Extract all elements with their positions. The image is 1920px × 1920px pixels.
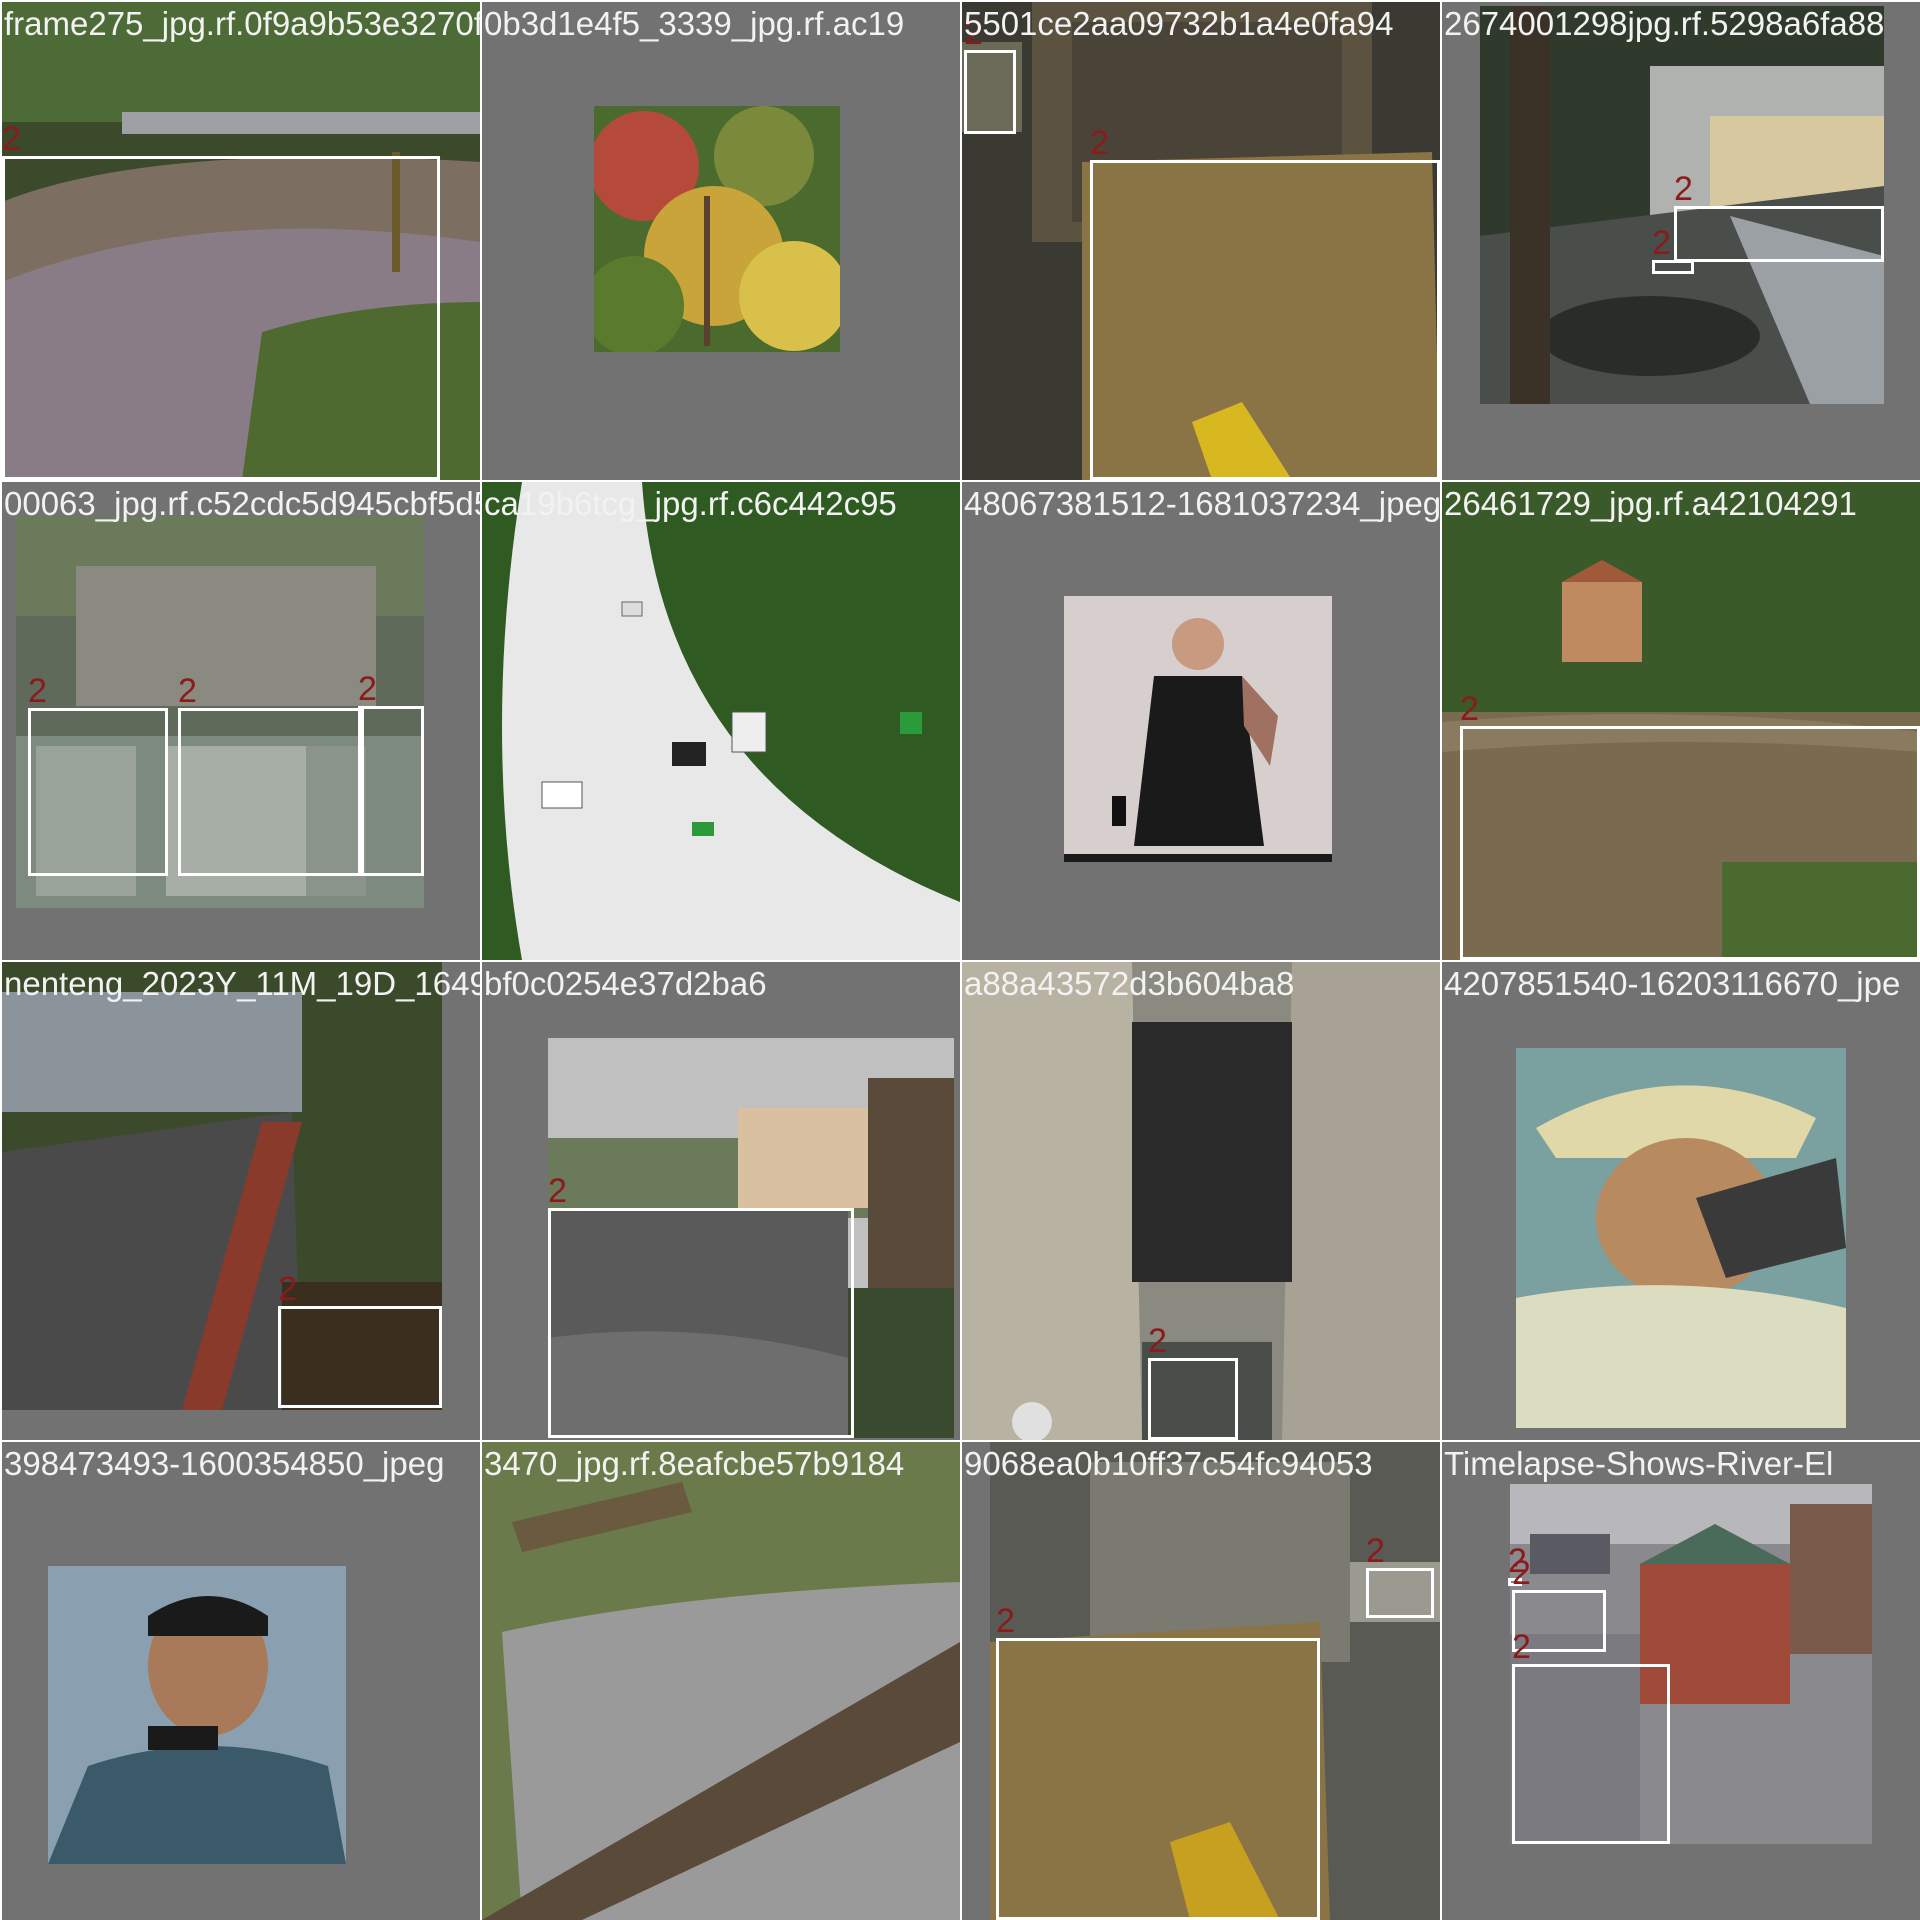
detection-box: 2 [1460, 691, 1920, 960]
tile-12: 4207851540-16203116670_jpe [1442, 962, 1920, 1440]
detection-box: 2 [1148, 1323, 1238, 1440]
detection-box: 2 [996, 1603, 1320, 1920]
detection-class-label: 2 [548, 1172, 567, 1210]
detection-box: 2 [28, 673, 168, 876]
detection-box: 2 [178, 673, 364, 876]
detection-box: 2 [1674, 171, 1884, 262]
tile-14: 3470_jpg.rf.8eafcbe57b9184 [482, 1442, 960, 1920]
detection-class-label: 2 [1512, 1554, 1531, 1592]
detection-class-label: 2 [178, 672, 197, 710]
tile-image [48, 1566, 346, 1864]
tile-15: 2 2 9068ea0b10ff37c54fc94053 [962, 1442, 1440, 1920]
tile-13: 398473493-1600354850_jpeg [2, 1442, 480, 1920]
tile-7: 48067381512-1681037234_jpeg [962, 482, 1440, 960]
tile-8: 2 26461729_jpg.rf.a42104291 [1442, 482, 1920, 960]
detection-class-label: 2 [28, 672, 47, 710]
tile-filename: bf0c0254e37d2ba6 [484, 965, 767, 1002]
detection-class-label: 2 [1148, 1322, 1167, 1360]
detection-box: 2 [964, 15, 1016, 134]
tile-4: 2 2 2674001298jpg.rf.5298a6fa88 [1442, 2, 1920, 480]
tile-5: 2 2 2 00063_jpg.rf.c52cdc5d945cbf5d5c [2, 482, 480, 960]
detection-box: 2 [548, 1173, 854, 1438]
tile-filename: frame275_jpg.rf.0f9a9b53e3270fbf2d254f9 [4, 5, 480, 42]
detection-box: 2 [1366, 1533, 1434, 1618]
tile-image [482, 482, 960, 960]
highway-photo [482, 482, 960, 960]
detection-box: 2 [1652, 225, 1694, 274]
tile-filename: 4207851540-16203116670_jpe [1444, 965, 1901, 1002]
tile-image [482, 1442, 960, 1920]
tile-2: 0b3d1e4f5_3339_jpg.rf.ac19 [482, 2, 960, 480]
tile-filename: 3470_jpg.rf.8eafcbe57b9184 [484, 1445, 905, 1482]
tile-16: 2 2 2 Timelapse-Shows-River-El [1442, 1442, 1920, 1920]
tile-filename: 9068ea0b10ff37c54fc94053 [964, 1445, 1373, 1482]
detection-class-label: 2 [1512, 1628, 1531, 1666]
tile-filename: 0b3d1e4f5_3339_jpg.rf.ac19 [484, 5, 905, 42]
man-hat-photo [1516, 1048, 1846, 1428]
detection-box: 2 [2, 121, 440, 480]
detection-box: 2 [1090, 125, 1440, 480]
tile-filename: Timelapse-Shows-River-El [1444, 1445, 1834, 1482]
tile-filename: 398473493-1600354850_jpeg [4, 1445, 445, 1482]
detection-class-label: 2 [2, 120, 21, 158]
fallen-tree-photo [482, 1442, 960, 1920]
tile-10: 2 bf0c0254e37d2ba6 [482, 962, 960, 1440]
detection-class-label: 2 [358, 670, 377, 708]
detection-class-label: 2 [996, 1602, 1015, 1640]
tile-image [594, 106, 840, 352]
tile-3: 2 2 5501ce2aa09732b1a4e0fa94 [962, 2, 1440, 480]
tile-filename: nenteng_2023Y_11M_19D_16490218_jpg.rf. [4, 965, 480, 1002]
tile-filename: a88a43572d3b604ba8 [964, 965, 1295, 1002]
tile-9: 2 nenteng_2023Y_11M_19D_16490218_jpg.rf. [2, 962, 480, 1440]
tile-1: 2 frame275_jpg.rf.0f9a9b53e3270fbf2d254f… [2, 2, 480, 480]
detection-class-label: 2 [1366, 1532, 1385, 1570]
tile-filename: 26461729_jpg.rf.a42104291 [1444, 485, 1857, 522]
tile-11: 2 a88a43572d3b604ba8 [962, 962, 1440, 1440]
tile-filename: ca19b6tcg_jpg.rf.c6c442c95 [484, 485, 897, 522]
detection-box: 2 [1512, 1629, 1670, 1844]
image-grid: 2 frame275_jpg.rf.0f9a9b53e3270fbf2d254f… [0, 0, 1920, 1920]
selfie-photo [48, 1566, 346, 1864]
man-coat-photo [1064, 596, 1332, 862]
detection-class-label: 2 [1460, 690, 1479, 728]
tile-image [1064, 596, 1332, 862]
tile-filename: 2674001298jpg.rf.5298a6fa88 [1444, 5, 1885, 42]
detection-class-label: 2 [278, 1270, 297, 1308]
autumn-forest-photo [594, 106, 840, 352]
detection-class-label: 2 [1652, 224, 1671, 262]
tile-filename: 48067381512-1681037234_jpeg [964, 485, 1440, 522]
tile-filename: 5501ce2aa09732b1a4e0fa94 [964, 5, 1394, 42]
tile-image [1516, 1048, 1846, 1428]
detection-box: 2 [358, 671, 424, 876]
tile-6: ca19b6tcg_jpg.rf.c6c442c95 [482, 482, 960, 960]
detection-class-label: 2 [1674, 170, 1693, 208]
detection-box: 2 [278, 1271, 442, 1408]
detection-class-label: 2 [1090, 124, 1109, 162]
tile-filename: 00063_jpg.rf.c52cdc5d945cbf5d5c [4, 485, 480, 522]
